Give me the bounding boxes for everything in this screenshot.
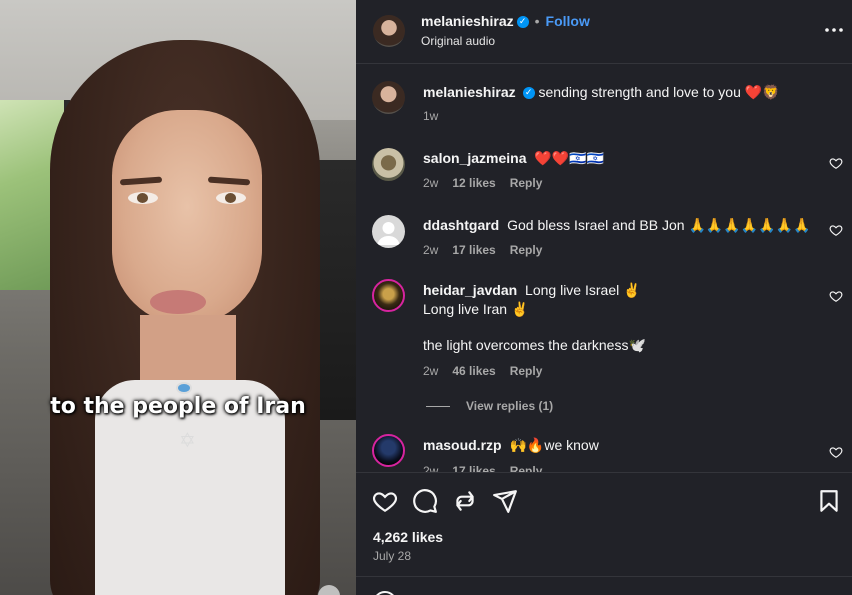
- video-lips: [150, 290, 206, 314]
- comment-text: God bless Israel and BB Jon 🙏🙏🙏🙏🙏🙏🙏: [507, 217, 811, 233]
- comment-avatar[interactable]: [372, 279, 405, 312]
- comment-meta: 2w 17 likes Reply: [423, 243, 556, 257]
- comment-time[interactable]: 2w: [423, 176, 438, 190]
- bookmark-icon[interactable]: [816, 488, 842, 514]
- video-caption: to the people of Iran: [50, 394, 306, 419]
- author-name-row: melanieshiraz ✓ • Follow: [421, 13, 590, 29]
- caption-avatar[interactable]: [372, 81, 405, 114]
- comment-icon[interactable]: [412, 488, 438, 514]
- post-actions: 4,262 likes July 28: [356, 472, 852, 576]
- reel-video[interactable]: ✡ to the people of Iran: [0, 0, 356, 595]
- author-username[interactable]: melanieshiraz: [421, 13, 514, 29]
- video-eye-left: [128, 192, 158, 204]
- post-date[interactable]: July 28: [373, 549, 411, 563]
- post-header: melanieshiraz ✓ • Follow Original audio: [356, 0, 852, 64]
- comment-meta: 2w 12 likes Reply: [423, 176, 556, 190]
- comment-avatar[interactable]: [372, 148, 405, 181]
- comment-username[interactable]: heidar_javdan: [423, 282, 517, 298]
- likes-count[interactable]: 4,262 likes: [373, 529, 443, 545]
- comment-likes[interactable]: 12 likes: [452, 176, 495, 190]
- video-eye-right: [216, 192, 246, 204]
- add-comment-bar: [356, 576, 852, 595]
- comment-time[interactable]: 2w: [423, 243, 438, 257]
- comment-avatar[interactable]: [372, 434, 405, 467]
- post-panel: melanieshiraz ✓ • Follow Original audio mel…: [356, 0, 852, 595]
- view-replies-button[interactable]: View replies (1): [426, 399, 553, 413]
- comment-likes[interactable]: 17 likes: [452, 464, 495, 472]
- comment-time[interactable]: 2w: [423, 464, 438, 472]
- view-replies-label: View replies (1): [466, 399, 554, 413]
- comment-username[interactable]: ddashtgard: [423, 217, 499, 233]
- caption-text: sending strength and love to you ❤️🦁: [538, 84, 780, 100]
- comment-meta: 2w 46 likes Reply: [423, 364, 556, 378]
- video-corner-button[interactable]: [318, 585, 340, 595]
- comment-likes[interactable]: 46 likes: [452, 364, 495, 378]
- repost-icon[interactable]: [452, 488, 478, 514]
- video-evil-eye-pendant: [176, 382, 192, 394]
- comment-time[interactable]: 2w: [423, 364, 438, 378]
- comment-text: Long live Israel ✌️: [525, 282, 641, 298]
- comment-username[interactable]: masoud.rzp: [423, 437, 502, 453]
- author-avatar[interactable]: [373, 15, 405, 47]
- emoji-icon[interactable]: [373, 591, 397, 595]
- caption-time[interactable]: 1w: [423, 109, 438, 123]
- comment-body: masoud.rzp 🙌🔥we know: [423, 436, 812, 455]
- separator-dot: •: [534, 13, 540, 29]
- caption-meta: 1w: [423, 109, 452, 123]
- heart-icon[interactable]: [372, 488, 398, 514]
- video-star-pendant-icon: ✡: [179, 428, 196, 452]
- comment-meta: 2w 17 likes Reply: [423, 464, 556, 472]
- more-options-icon[interactable]: [824, 20, 844, 40]
- caption-username[interactable]: melanieshiraz: [423, 84, 516, 100]
- comment-text: 🙌🔥we know: [509, 437, 599, 453]
- comment-likes[interactable]: 17 likes: [452, 243, 495, 257]
- verified-badge-icon: ✓: [522, 87, 535, 100]
- comment-body: heidar_javdan Long live Israel ✌️ Long l…: [423, 281, 812, 355]
- like-comment-heart-icon[interactable]: [829, 289, 843, 303]
- comment-username[interactable]: salon_jazmeina: [423, 150, 527, 166]
- reply-button[interactable]: Reply: [510, 364, 543, 378]
- follow-button[interactable]: Follow: [546, 13, 590, 29]
- comments-list[interactable]: melanieshiraz ✓ sending strength and love…: [356, 64, 852, 472]
- audio-label[interactable]: Original audio: [421, 34, 495, 48]
- reply-button[interactable]: Reply: [510, 464, 543, 472]
- replies-divider: [426, 406, 450, 408]
- comment-body: ddashtgard God bless Israel and BB Jon 🙏…: [423, 216, 812, 235]
- comment-avatar[interactable]: [372, 215, 405, 248]
- reply-button[interactable]: Reply: [510, 243, 543, 257]
- comment-text-line2: Long live Iran ✌️: [423, 301, 529, 317]
- like-comment-heart-icon[interactable]: [829, 445, 843, 459]
- comment-body: salon_jazmeina ❤️❤️🇮🇱🇮🇱: [423, 149, 812, 168]
- caption-body: melanieshiraz ✓ sending strength and love…: [423, 83, 812, 102]
- like-comment-heart-icon[interactable]: [829, 223, 843, 237]
- like-comment-heart-icon[interactable]: [829, 156, 843, 170]
- comment-text-line3: the light overcomes the darkness🕊️: [423, 337, 646, 353]
- verified-badge-icon: ✓: [516, 16, 529, 29]
- share-icon[interactable]: [492, 488, 518, 514]
- comment-text: ❤️❤️🇮🇱🇮🇱: [534, 150, 605, 166]
- reply-button[interactable]: Reply: [510, 176, 543, 190]
